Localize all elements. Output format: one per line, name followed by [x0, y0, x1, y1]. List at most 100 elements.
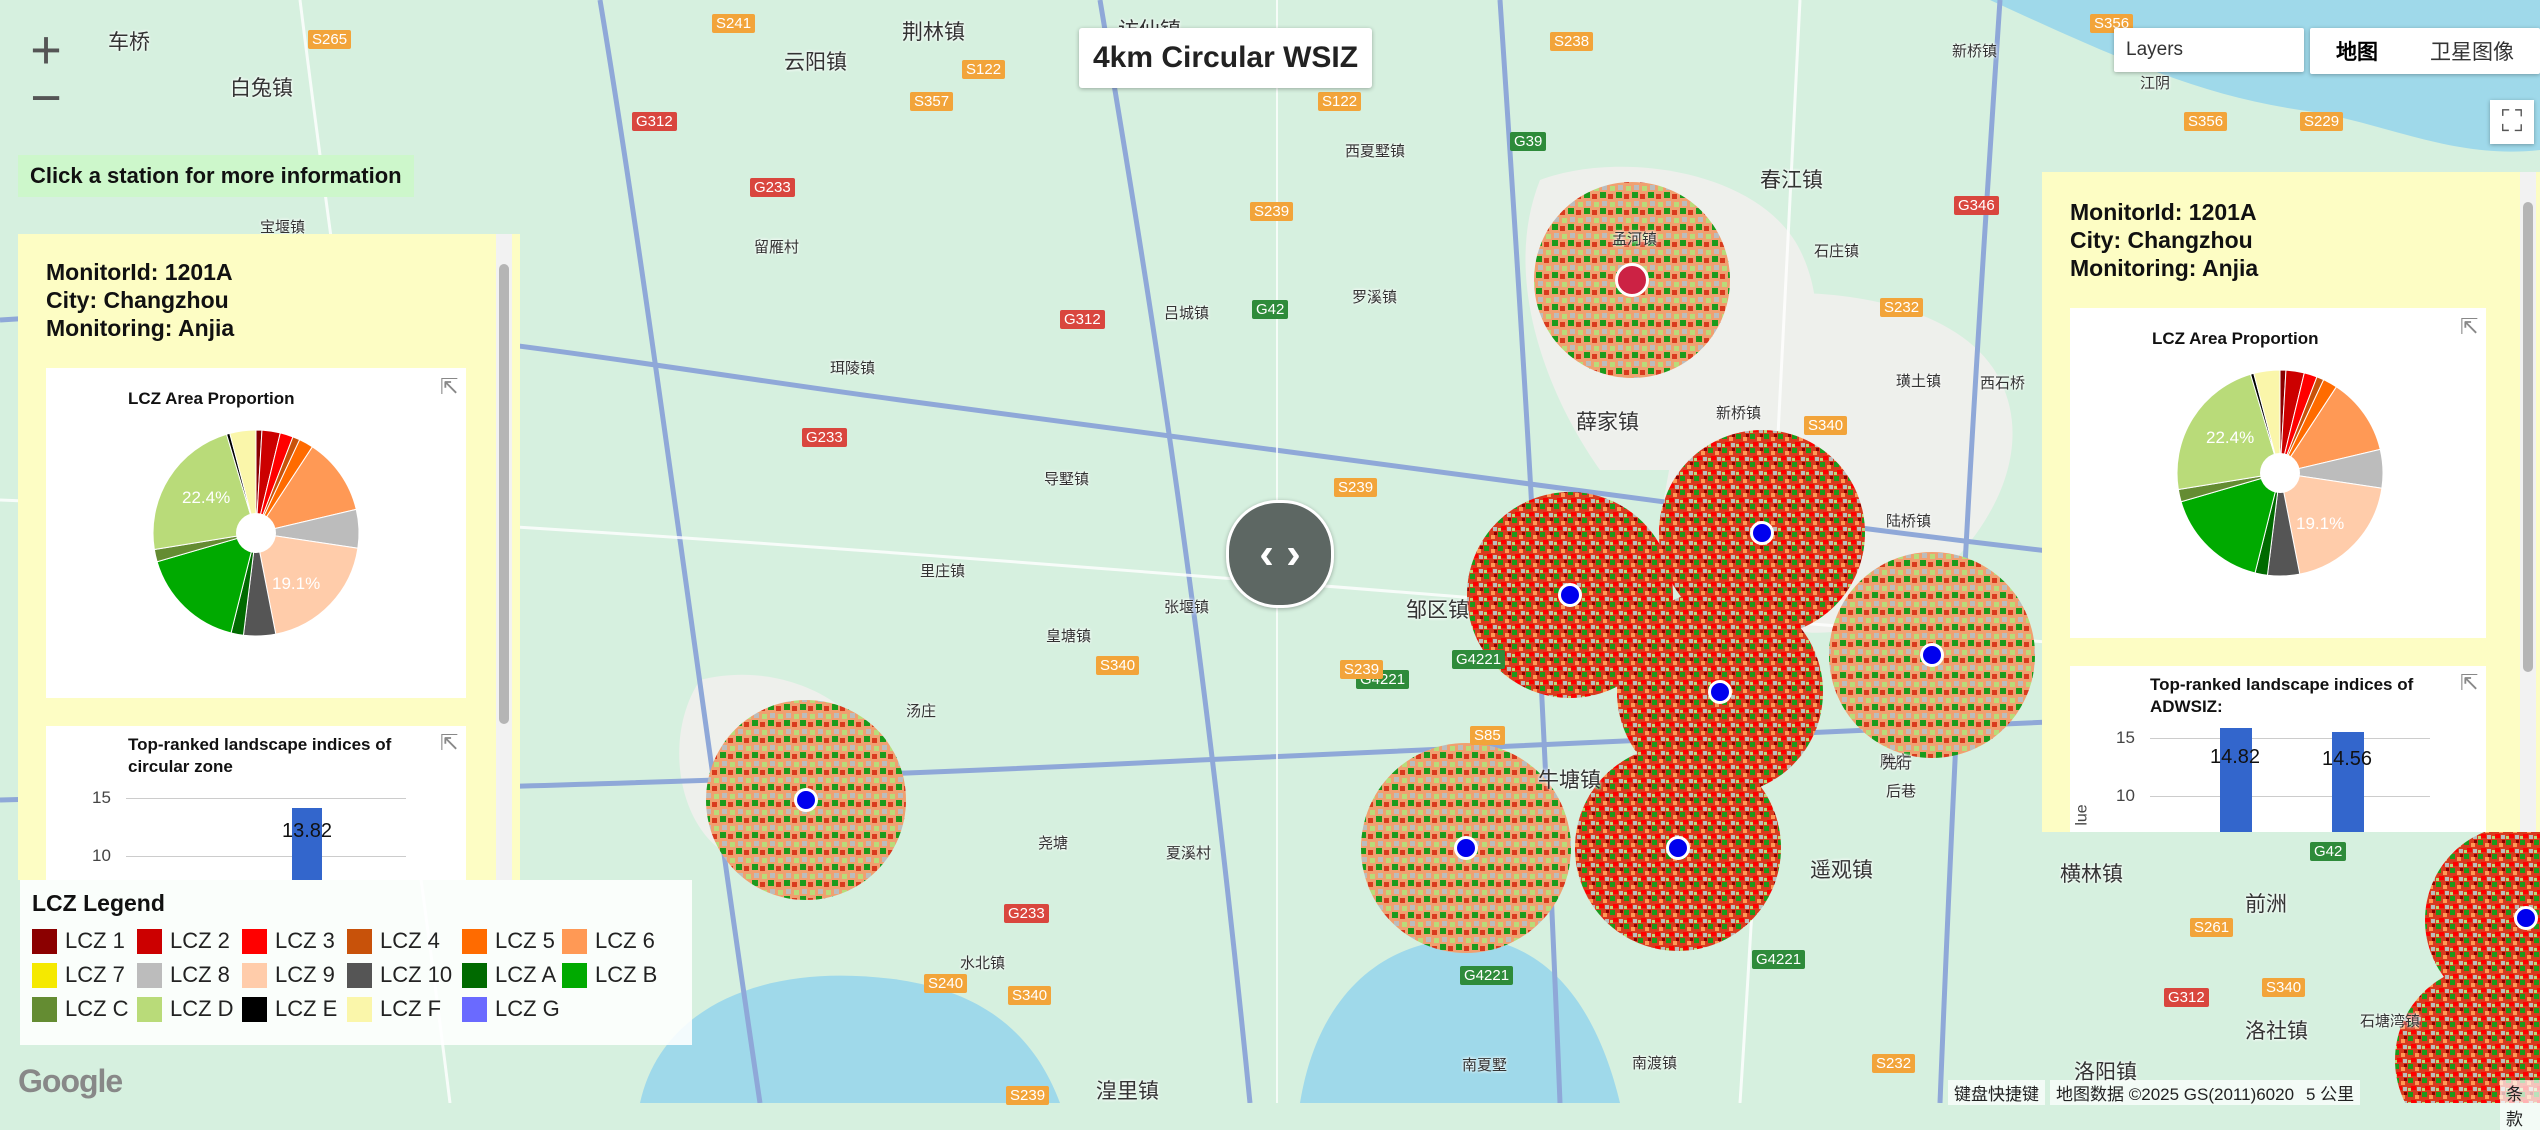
hint-label: Click a station for more information [18, 155, 414, 197]
legend-label: LCZ F [380, 996, 442, 1021]
place-label: 南夏墅 [1462, 1057, 1508, 1074]
fullscreen-icon[interactable]: ⛶ [2490, 100, 2534, 144]
station-marker[interactable] [1666, 836, 1690, 860]
bar-value-label: 14.56 [2322, 748, 2373, 770]
selected-station-marker[interactable] [1615, 263, 1649, 297]
right-info-panel: MonitorId: 1201A City: Changzhou Monitor… [2042, 172, 2540, 832]
road-shield: G312 [632, 112, 677, 131]
legend-item: LCZ 3 [242, 928, 335, 954]
road-shield: G233 [802, 428, 847, 447]
place-label: 石庄镇 [1814, 243, 1860, 260]
legend-label: LCZ B [595, 962, 658, 987]
legend-item: LCZ D [137, 996, 234, 1022]
station-marker[interactable] [2514, 906, 2538, 930]
expand-icon[interactable]: ⇱ [440, 730, 458, 756]
place-label: 西夏墅镇 [1345, 143, 1406, 160]
legend-swatch [137, 962, 162, 988]
road-shield: G39 [1510, 132, 1547, 151]
road-shield: S239 [1340, 660, 1384, 679]
legend-swatch [242, 996, 267, 1022]
station-marker[interactable] [1920, 643, 1944, 667]
pie-label-mid: 19.1% [2296, 514, 2345, 533]
place-label: 璜土镇 [1896, 373, 1942, 390]
scrollbar-thumb[interactable] [2523, 202, 2533, 672]
pie-hole [2260, 453, 2300, 493]
bar-value-label: 13.82 [282, 820, 333, 842]
zoom-out-button[interactable]: − [14, 71, 78, 125]
place-label: 新桥镇 [1952, 43, 1998, 60]
map-type-satellite-button[interactable]: 卫星图像 [2404, 28, 2540, 74]
bar-tick-10: 10 [2116, 786, 2135, 805]
bar-value-label: 14.82 [2210, 746, 2261, 768]
place-label: 吕城镇 [1164, 305, 1210, 322]
scrollbar[interactable] [2520, 172, 2536, 832]
pie-chart [2176, 369, 2384, 577]
legend-swatch [562, 962, 587, 988]
legend-label: LCZ 1 [65, 928, 125, 953]
bar-chart-title-line1: Top-ranked landscape indices of [2150, 675, 2414, 694]
legend-swatch [137, 928, 162, 954]
station-marker[interactable] [794, 788, 818, 812]
legend-label: LCZ G [495, 996, 560, 1021]
pie-label-large: 22.4% [182, 488, 231, 507]
place-label: 汤庄 [906, 703, 937, 720]
bar-chart-title: Top-ranked landscape indices of ADWSIZ: [2150, 674, 2413, 718]
zoom-in-button[interactable]: + [14, 23, 78, 77]
swipe-handle[interactable]: ‹ › [1226, 500, 1334, 608]
legend-item: LCZ 8 [137, 962, 230, 988]
legend-swatch [32, 928, 57, 954]
bar [2220, 728, 2252, 832]
chevron-left-right-icon: ‹ › [1259, 529, 1301, 578]
road-shield: S239 [1334, 478, 1378, 497]
place-label: 邹区镇 [1406, 599, 1469, 622]
axis-label: lue [2073, 804, 2091, 826]
road-shield: G233 [750, 178, 795, 197]
bar-chart-card: Top-ranked landscape indices of ADWSIZ: … [2070, 666, 2486, 832]
map-type-roadmap-button[interactable]: 地图 [2310, 28, 2404, 74]
pie-hole [236, 513, 276, 553]
place-label: 车桥 [108, 31, 150, 54]
layers-dropdown[interactable]: Layers [2114, 28, 2304, 72]
expand-icon[interactable]: ⇱ [2460, 670, 2478, 696]
station-marker[interactable] [1558, 583, 1582, 607]
scrollbar-thumb[interactable] [499, 264, 509, 724]
place-label: 导墅镇 [1044, 471, 1090, 488]
place-label: 南渡镇 [1632, 1055, 1678, 1072]
legend-item: LCZ F [347, 996, 441, 1022]
place-label: 新桥镇 [1716, 405, 1762, 422]
station-marker[interactable] [1750, 521, 1774, 545]
place-label: 留雁村 [754, 239, 800, 256]
road-shield: S265 [308, 30, 352, 49]
zoom-control: + − [14, 23, 78, 125]
legend-label: LCZ 3 [275, 928, 335, 953]
legend-label: LCZ 6 [595, 928, 655, 953]
keyboard-shortcuts-link[interactable]: 键盘快捷键 [1948, 1080, 2045, 1105]
gridline [2150, 796, 2430, 797]
legend-swatch [347, 996, 372, 1022]
legend-swatch [347, 962, 372, 988]
terms-link[interactable]: 条款 [2500, 1080, 2540, 1130]
legend-swatch [32, 996, 57, 1022]
map-type-control: 地图 卫星图像 [2310, 28, 2540, 74]
legend-label: LCZ 2 [170, 928, 230, 953]
road-shield: S261 [2190, 918, 2234, 937]
road-shield: S232 [1872, 1054, 1916, 1073]
station-marker[interactable] [1454, 836, 1478, 860]
scrollbar[interactable] [496, 234, 512, 880]
left-info-panel: MonitorId: 1201A City: Changzhou Monitor… [18, 234, 520, 880]
road-shield: G42 [2310, 842, 2347, 861]
legend-item: LCZ 1 [32, 928, 125, 954]
road-shield: S340 [2262, 978, 2306, 997]
map-title: 4km Circular WSIZ [1079, 28, 1373, 88]
road-shield: S340 [1008, 986, 1052, 1005]
bar-tick-15: 15 [92, 788, 111, 807]
station-marker[interactable] [1708, 680, 1732, 704]
legend-item: LCZ 9 [242, 962, 335, 988]
road-shield: G4221 [1460, 966, 1514, 985]
pie-label-large: 22.4% [2206, 428, 2255, 447]
road-shield: S238 [1550, 32, 1594, 51]
legend-item: LCZ E [242, 996, 337, 1022]
place-label: 先行 [1882, 755, 1913, 772]
road-shield: S340 [1804, 416, 1848, 435]
pie-chart-card: LCZ Area Proportion ⇱ 22.4% 19.1% [46, 368, 466, 698]
